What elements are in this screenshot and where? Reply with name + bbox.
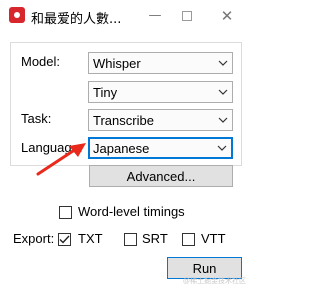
export-srt-label: SRT	[142, 231, 168, 246]
chevron-down-icon	[214, 53, 232, 73]
export-srt-checkbox[interactable]	[124, 233, 137, 246]
task-dropdown[interactable]: Transcribe	[88, 109, 233, 131]
app-icon	[9, 7, 25, 23]
export-label: Export:	[13, 231, 55, 246]
model-value: Whisper	[93, 55, 141, 71]
maximize-icon	[182, 10, 192, 21]
watermark: @稀土掘金技术社区	[182, 278, 246, 285]
export-vtt-checkbox[interactable]	[182, 233, 195, 246]
word-timings-label: Word-level timings	[78, 204, 185, 219]
model-label: Model:	[21, 54, 61, 69]
model-size-dropdown[interactable]: Tiny	[88, 81, 233, 103]
model-size-value: Tiny	[93, 84, 118, 100]
task-label: Task:	[21, 111, 52, 126]
export-txt-checkbox[interactable]	[58, 233, 71, 246]
close-icon: ✕	[220, 6, 234, 25]
chevron-down-icon	[214, 110, 232, 130]
language-value: Japanese	[93, 140, 150, 156]
checkmark-icon	[59, 235, 70, 244]
export-vtt-label: VTT	[201, 231, 226, 246]
title-bar: 和最爱的人數... — ✕	[0, 0, 250, 31]
language-dropdown[interactable]: Japanese	[88, 137, 233, 159]
chevron-down-icon	[214, 82, 232, 102]
export-txt-label: TXT	[78, 231, 103, 246]
model-dropdown[interactable]: Whisper	[88, 52, 233, 74]
minimize-button[interactable]: —	[138, 0, 172, 31]
window-title: 和最爱的人數...	[31, 12, 122, 27]
advanced-button[interactable]: Advanced...	[89, 165, 233, 187]
word-timings-checkbox[interactable]	[59, 206, 72, 219]
chevron-down-icon	[213, 139, 231, 157]
task-value: Transcribe	[93, 112, 154, 128]
minimize-icon: —	[148, 8, 162, 23]
close-button[interactable]: ✕	[210, 0, 244, 31]
maximize-button[interactable]	[170, 0, 204, 31]
annotation-arrow-icon	[36, 143, 86, 176]
